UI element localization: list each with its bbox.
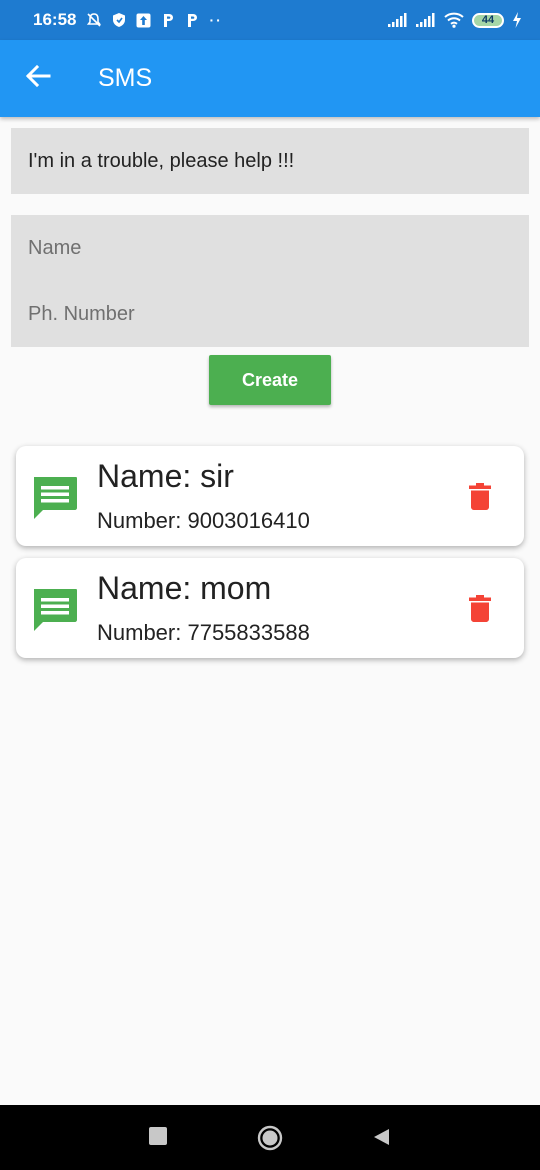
message-icon <box>31 474 79 522</box>
contact-name: Name: mom <box>97 570 272 606</box>
message-icon <box>31 586 79 634</box>
delete-button[interactable] <box>464 480 496 512</box>
p-icon <box>161 12 175 28</box>
trash-icon <box>469 594 491 622</box>
nav-back-button[interactable] <box>371 1127 391 1147</box>
name-input[interactable] <box>11 215 529 281</box>
mute-icon <box>86 12 102 28</box>
contact-name: Name: sir <box>97 458 234 494</box>
battery-level: 44 <box>481 14 495 26</box>
navigation-bar <box>0 1105 540 1170</box>
battery-icon: 44 <box>472 12 504 28</box>
signal-icon <box>388 13 408 27</box>
signal-icon <box>416 13 436 27</box>
contact-card[interactable]: Name: mom Number: 7755833588 <box>16 558 524 658</box>
create-button[interactable]: Create <box>209 355 331 405</box>
home-button[interactable] <box>257 1125 283 1151</box>
app-screen: 16:58 ·· 44 SMS I'm in a trouble, please… <box>0 0 540 1170</box>
p-icon <box>185 12 199 28</box>
app-bar: SMS <box>0 40 540 117</box>
contact-number: Number: 7755833588 <box>97 620 310 645</box>
contact-form <box>11 215 529 347</box>
triangle-back-icon <box>374 1129 389 1145</box>
status-time: 16:58 <box>33 10 77 29</box>
status-bar: 16:58 ·· 44 <box>0 0 540 40</box>
sms-message-text: I'm in a trouble, please help !!! <box>28 149 295 172</box>
trash-icon <box>469 482 491 510</box>
contact-number: Number: 9003016410 <box>97 508 310 533</box>
shield-icon <box>112 12 126 28</box>
recents-button[interactable] <box>149 1127 167 1145</box>
page-title: SMS <box>98 64 153 92</box>
delete-button[interactable] <box>464 592 496 624</box>
status-bar-left: 16:58 ·· <box>33 10 223 30</box>
contact-card[interactable]: Name: sir Number: 9003016410 <box>16 446 524 546</box>
status-bar-right: 44 <box>388 12 522 28</box>
more-dots-icon: ·· <box>209 12 223 28</box>
phone-number-input[interactable] <box>11 281 529 347</box>
arrow-back-icon <box>25 63 51 94</box>
home-circle-icon <box>257 1125 283 1151</box>
wifi-icon <box>444 12 464 28</box>
back-button[interactable] <box>0 40 76 117</box>
sms-message-box[interactable]: I'm in a trouble, please help !!! <box>11 128 529 194</box>
upload-icon <box>136 13 151 28</box>
charging-icon <box>512 12 522 28</box>
